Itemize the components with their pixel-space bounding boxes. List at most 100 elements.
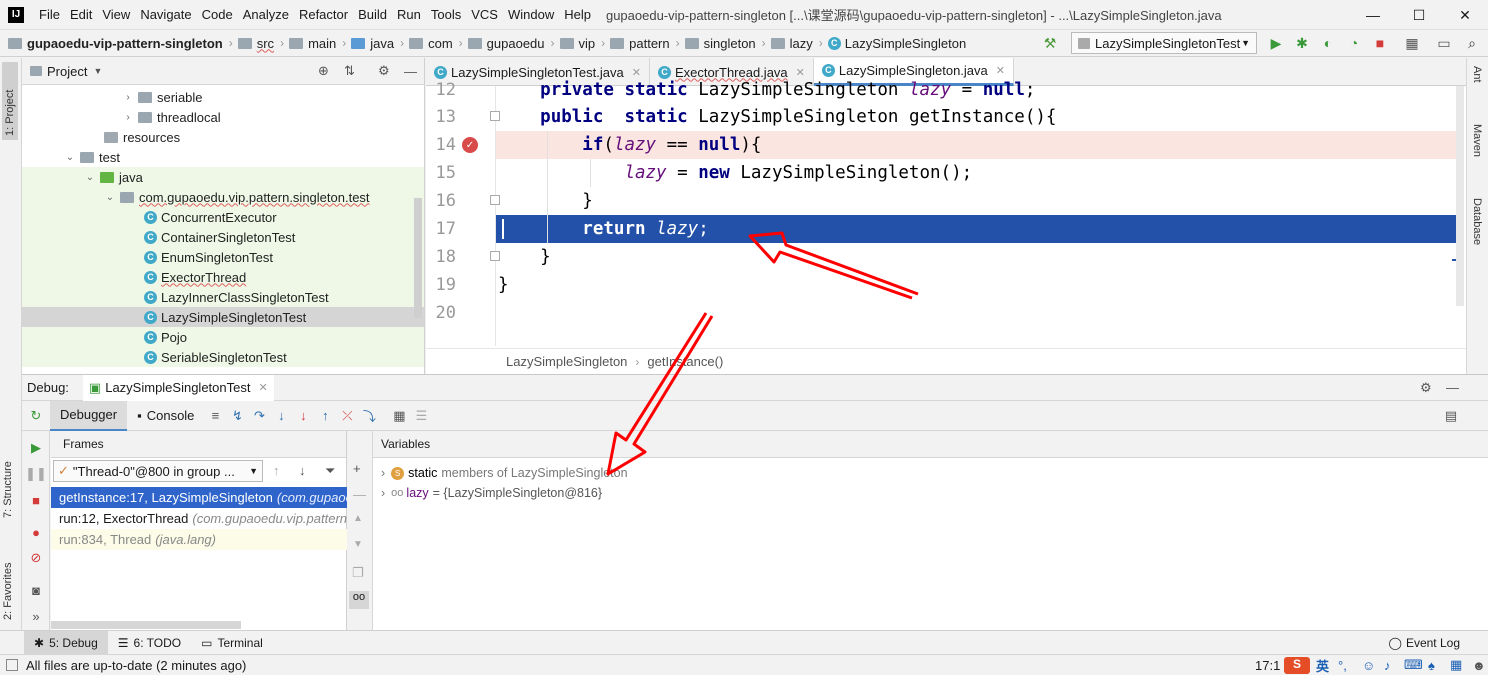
run-configuration-select[interactable]: LazySimpleSingletonTest ▼ xyxy=(1071,32,1257,54)
punctuation-icon[interactable]: °, xyxy=(1338,658,1347,673)
search-icon[interactable]: ⌕ xyxy=(1464,35,1480,51)
menu-navigate[interactable]: Navigate xyxy=(135,7,196,22)
chevron-right-icon[interactable]: › xyxy=(122,112,134,123)
breadcrumb-com[interactable]: com xyxy=(409,36,457,51)
breadcrumb-class[interactable]: LazySimpleSingleton xyxy=(506,354,627,369)
copy-icon[interactable]: ❐ xyxy=(352,565,364,581)
microphone-icon[interactable]: ♪ xyxy=(1384,658,1391,673)
stop-icon[interactable]: ■ xyxy=(1372,35,1388,51)
code-line-16[interactable]: } xyxy=(498,187,1458,215)
menu-view[interactable]: View xyxy=(97,7,135,22)
tree-item-test[interactable]: ⌄ test xyxy=(22,147,424,167)
chevron-right-icon[interactable]: › xyxy=(381,486,385,500)
breadcrumb-method[interactable]: getInstance() xyxy=(647,354,723,369)
tree-item-class-selected[interactable]: C LazySimpleSingletonTest xyxy=(22,307,424,327)
code-line-18[interactable]: } xyxy=(498,243,1458,271)
menu-lines-icon[interactable]: ≡ xyxy=(204,405,226,427)
rerun-icon[interactable]: ↻ xyxy=(22,408,50,424)
emoji-icon[interactable]: ☺ xyxy=(1362,658,1375,673)
collapse-icon[interactable]: ⇅ xyxy=(344,63,355,79)
hide-icon[interactable]: — xyxy=(1446,380,1459,395)
tab-debugger[interactable]: Debugger xyxy=(50,400,128,431)
tool-tab-maven[interactable]: Maven xyxy=(1471,124,1483,157)
minimize-button[interactable]: — xyxy=(1350,0,1396,30)
more-icon[interactable]: » xyxy=(27,607,45,625)
layout-toggle-icon[interactable] xyxy=(6,659,18,671)
profile-icon[interactable]: ◔ xyxy=(1346,35,1362,51)
tree-item-class[interactable]: C SeriableSingletonTest xyxy=(22,347,424,367)
event-log-button[interactable]: ◯ Event Log xyxy=(1379,631,1470,655)
step-over-icon[interactable]: ↷ xyxy=(248,405,270,427)
caret-position[interactable]: 17:1 xyxy=(1255,658,1280,673)
code-line-14[interactable]: if(lazy == null){ xyxy=(498,131,1458,159)
hide-icon[interactable]: — xyxy=(404,64,417,79)
gear-icon[interactable]: ⚙ xyxy=(378,63,390,79)
tool-tab-project[interactable]: 1: Project xyxy=(2,62,18,140)
ime-language[interactable]: 英 xyxy=(1316,656,1329,675)
gear-icon[interactable]: ⚙ xyxy=(1420,380,1432,396)
down-icon[interactable]: ↓ xyxy=(299,463,306,478)
pause-icon[interactable]: ❚❚ xyxy=(25,465,47,483)
thread-select[interactable]: ✓ "Thread-0"@800 in group ... ▼ xyxy=(53,460,263,482)
menu-help[interactable]: Help xyxy=(559,7,596,22)
run-icon[interactable]: ▶ xyxy=(1268,35,1284,51)
breadcrumb-src[interactable]: src xyxy=(237,36,278,51)
project-structure-icon[interactable]: ▦ xyxy=(1404,35,1420,51)
code-line-12[interactable]: private static LazySimpleSingleton lazy … xyxy=(498,76,1458,104)
remove-icon[interactable]: — xyxy=(353,487,366,502)
chevron-down-icon[interactable]: ⌄ xyxy=(84,172,96,183)
tab-console[interactable]: ▪ Console xyxy=(127,401,204,431)
project-scrollbar[interactable] xyxy=(414,198,422,318)
ime-logo-icon[interactable]: S xyxy=(1284,657,1310,674)
code-line-19[interactable]: } xyxy=(498,271,1458,299)
stop-icon[interactable]: ■ xyxy=(27,491,45,509)
code-line-15[interactable]: lazy = new LazySimpleSingleton(); xyxy=(498,159,1458,187)
layout-icon[interactable]: ▤ xyxy=(1440,405,1462,427)
tree-item-package[interactable]: ⌄ com.gupaoedu.vip.pattern.singleton.test xyxy=(22,187,424,207)
breadcrumb-main[interactable]: main xyxy=(289,36,340,51)
resume-icon[interactable]: ▶ xyxy=(27,439,45,457)
breadcrumb-project[interactable]: gupaoedu-vip-pattern-singleton xyxy=(0,36,227,51)
tree-item-resources[interactable]: resources xyxy=(22,127,424,147)
breadcrumb-class[interactable]: C LazySimpleSingleton xyxy=(827,36,970,51)
menu-analyze[interactable]: Analyze xyxy=(238,7,294,22)
step-out-icon[interactable]: ↑ xyxy=(314,405,336,427)
clothes-icon[interactable]: ♠ xyxy=(1428,658,1435,673)
chevron-right-icon[interactable]: › xyxy=(381,466,385,480)
run-to-cursor-icon[interactable]: ⤵ xyxy=(358,405,380,427)
menu-code[interactable]: Code xyxy=(197,7,238,22)
project-panel-title[interactable]: Project xyxy=(47,64,87,79)
view-breakpoints-icon[interactable]: ● xyxy=(27,523,45,541)
build-hammer-icon[interactable]: ⚒ xyxy=(1042,35,1058,51)
tree-item-java[interactable]: ⌄ java xyxy=(22,167,424,187)
frame-row-selected[interactable]: getInstance:17, LazySimpleSingleton (com.… xyxy=(51,487,347,508)
coverage-icon[interactable]: ◐ xyxy=(1320,35,1336,51)
breadcrumb-pattern[interactable]: pattern xyxy=(610,36,673,51)
tree-item-class[interactable]: C ConcurrentExecutor xyxy=(22,207,424,227)
frame-row-library[interactable]: run:834, Thread (java.lang) xyxy=(51,529,347,550)
menu-run[interactable]: Run xyxy=(392,7,426,22)
tool-tab-database[interactable]: Database xyxy=(1471,198,1483,245)
breadcrumb-java[interactable]: java xyxy=(351,36,398,51)
tool-tab-structure[interactable]: 7: Structure xyxy=(2,438,14,518)
tool-tab-favorites[interactable]: 2: Favorites xyxy=(2,540,14,620)
debug-session-tab[interactable]: ▣ LazySimpleSingletonTest ✕ xyxy=(82,374,274,401)
menu-tools[interactable]: Tools xyxy=(426,7,466,22)
filter-icon[interactable]: ⏷ xyxy=(325,463,335,479)
tree-item-seriable[interactable]: › seriable xyxy=(22,87,424,107)
breadcrumb-lazy[interactable]: lazy xyxy=(770,36,817,51)
keyboard-icon[interactable]: ⌨ xyxy=(1404,657,1423,673)
menu-window[interactable]: Window xyxy=(503,7,559,22)
breadcrumb-vip[interactable]: vip xyxy=(559,36,600,51)
apps-icon[interactable]: ▦ xyxy=(1450,657,1462,673)
tree-item-threadlocal[interactable]: › threadlocal xyxy=(22,107,424,127)
camera-icon[interactable]: ◙ xyxy=(27,581,45,599)
maximize-button[interactable]: ☐ xyxy=(1396,0,1442,30)
close-button[interactable]: ✕ xyxy=(1442,0,1488,30)
chevron-right-icon[interactable]: › xyxy=(122,92,134,103)
drop-frame-icon[interactable]: ⤫ xyxy=(336,405,358,427)
menu-file[interactable]: File xyxy=(34,7,65,22)
frame-row[interactable]: run:12, ExectorThread (com.gupaoedu.vip.p… xyxy=(51,508,347,529)
menu-build[interactable]: Build xyxy=(353,7,392,22)
tool-tab-debug[interactable]: ✱ 5: Debug xyxy=(24,630,108,655)
